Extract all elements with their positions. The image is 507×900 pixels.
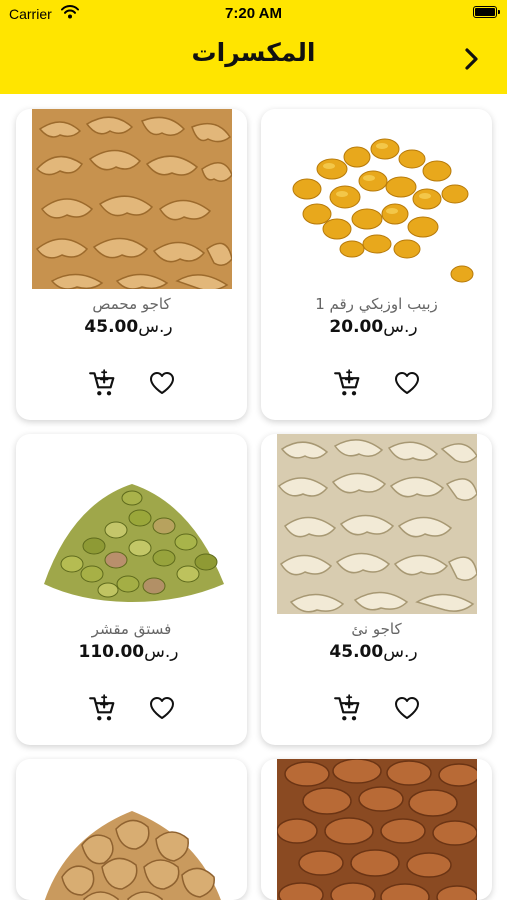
product-card[interactable]: كاجو محمص ر.س45.00 bbox=[16, 109, 247, 420]
add-to-cart-icon bbox=[89, 369, 115, 397]
heart-icon bbox=[395, 372, 419, 394]
favorite-button[interactable] bbox=[148, 694, 176, 722]
battery-icon bbox=[473, 6, 500, 18]
price-value: 45.00 bbox=[84, 317, 139, 337]
back-button[interactable] bbox=[458, 44, 486, 74]
product-card[interactable]: زبيب اوزبكي رقم 1 ر.س20.00 bbox=[261, 109, 492, 420]
app-header: Carrier 7:20 AM المكسرات bbox=[0, 0, 507, 94]
currency-label: ر.س bbox=[138, 317, 173, 337]
add-to-cart-icon bbox=[334, 693, 360, 722]
chevron-right-icon bbox=[465, 48, 478, 70]
add-to-cart-button[interactable] bbox=[333, 369, 361, 397]
currency-label: ر.س bbox=[144, 642, 179, 662]
favorite-button[interactable] bbox=[393, 369, 421, 397]
currency-label: ر.س bbox=[383, 317, 418, 337]
price-value: 110.00 bbox=[78, 642, 145, 662]
heart-icon bbox=[150, 697, 174, 719]
favorite-button[interactable] bbox=[148, 369, 176, 397]
add-to-cart-icon bbox=[334, 369, 360, 397]
product-price: ر.س45.00 bbox=[261, 642, 492, 662]
heart-icon bbox=[150, 372, 174, 394]
add-to-cart-button[interactable] bbox=[333, 693, 361, 722]
add-to-cart-button[interactable] bbox=[88, 693, 116, 722]
product-name: كاجو محمص bbox=[92, 295, 171, 313]
favorite-button[interactable] bbox=[393, 694, 421, 722]
product-card[interactable] bbox=[261, 759, 492, 900]
golden-raisins-image bbox=[277, 109, 477, 289]
almonds-image bbox=[277, 759, 477, 900]
add-to-cart-icon bbox=[89, 693, 115, 722]
status-bar: Carrier 7:20 AM bbox=[0, 0, 507, 28]
currency-label: ر.س bbox=[383, 642, 418, 662]
product-card[interactable]: كاجو نئ ر.س45.00 bbox=[261, 434, 492, 745]
product-price: ر.س20.00 bbox=[261, 317, 492, 337]
product-card[interactable]: فستق مقشر ر.س110.00 bbox=[16, 434, 247, 745]
raw-cashews-image bbox=[277, 434, 477, 614]
heart-icon bbox=[395, 697, 419, 719]
product-name: فستق مقشر bbox=[91, 620, 172, 638]
status-time: 7:20 AM bbox=[225, 5, 282, 22]
price-value: 20.00 bbox=[329, 317, 384, 337]
product-price: ر.س45.00 bbox=[16, 317, 247, 337]
product-card[interactable] bbox=[16, 759, 247, 900]
product-name: كاجو نئ bbox=[351, 620, 402, 638]
roasted-cashews-image bbox=[32, 109, 232, 289]
product-name: زبيب اوزبكي رقم 1 bbox=[315, 295, 438, 313]
page-title: المكسرات bbox=[191, 38, 316, 67]
add-to-cart-button[interactable] bbox=[88, 369, 116, 397]
walnuts-image bbox=[32, 759, 232, 900]
price-value: 45.00 bbox=[329, 642, 384, 662]
shelled-pistachios-image bbox=[32, 434, 232, 614]
product-price: ر.س110.00 bbox=[16, 642, 247, 662]
